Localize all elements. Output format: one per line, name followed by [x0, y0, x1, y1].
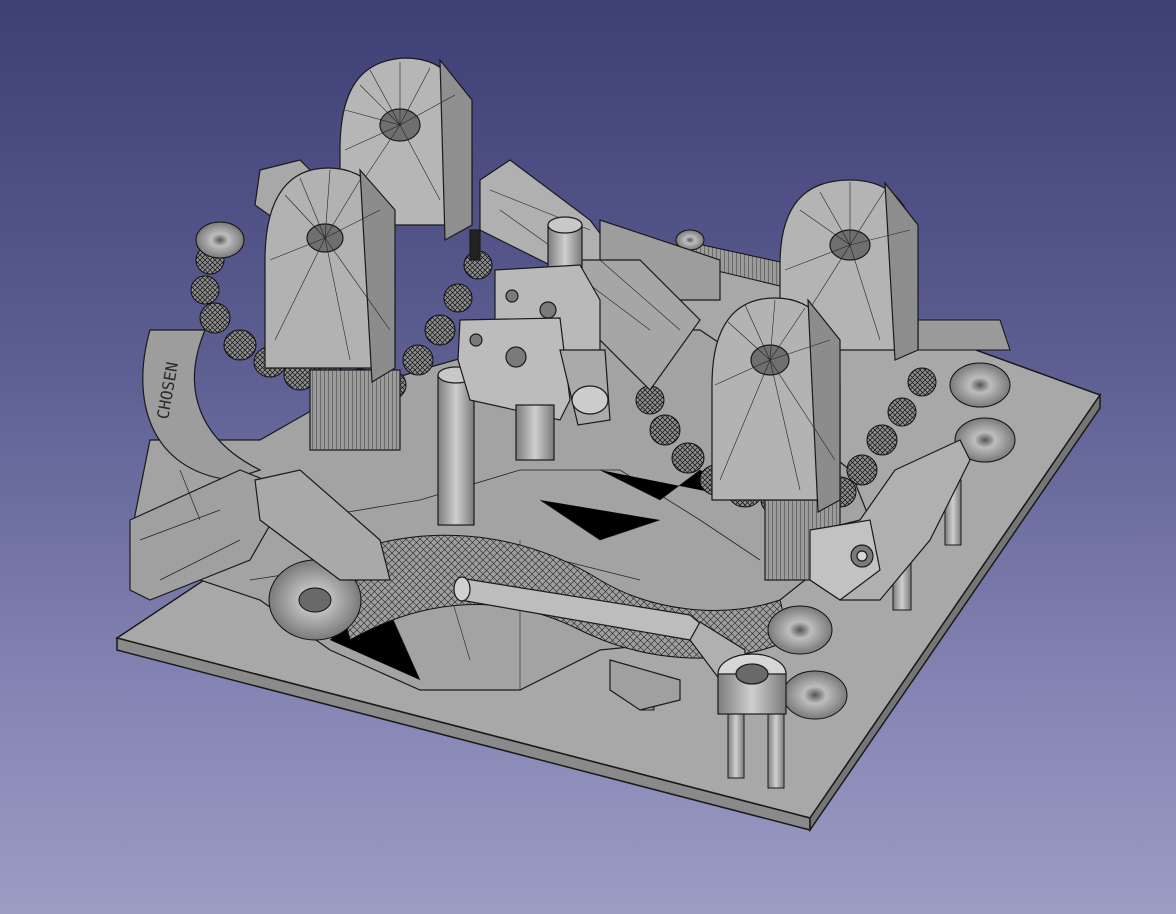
- 3d-model-scene: CHOSEN: [115, 57, 1102, 833]
- pillar-front-left: [264, 167, 401, 451]
- 3d-viewport[interactable]: CHOSEN: [0, 0, 1176, 914]
